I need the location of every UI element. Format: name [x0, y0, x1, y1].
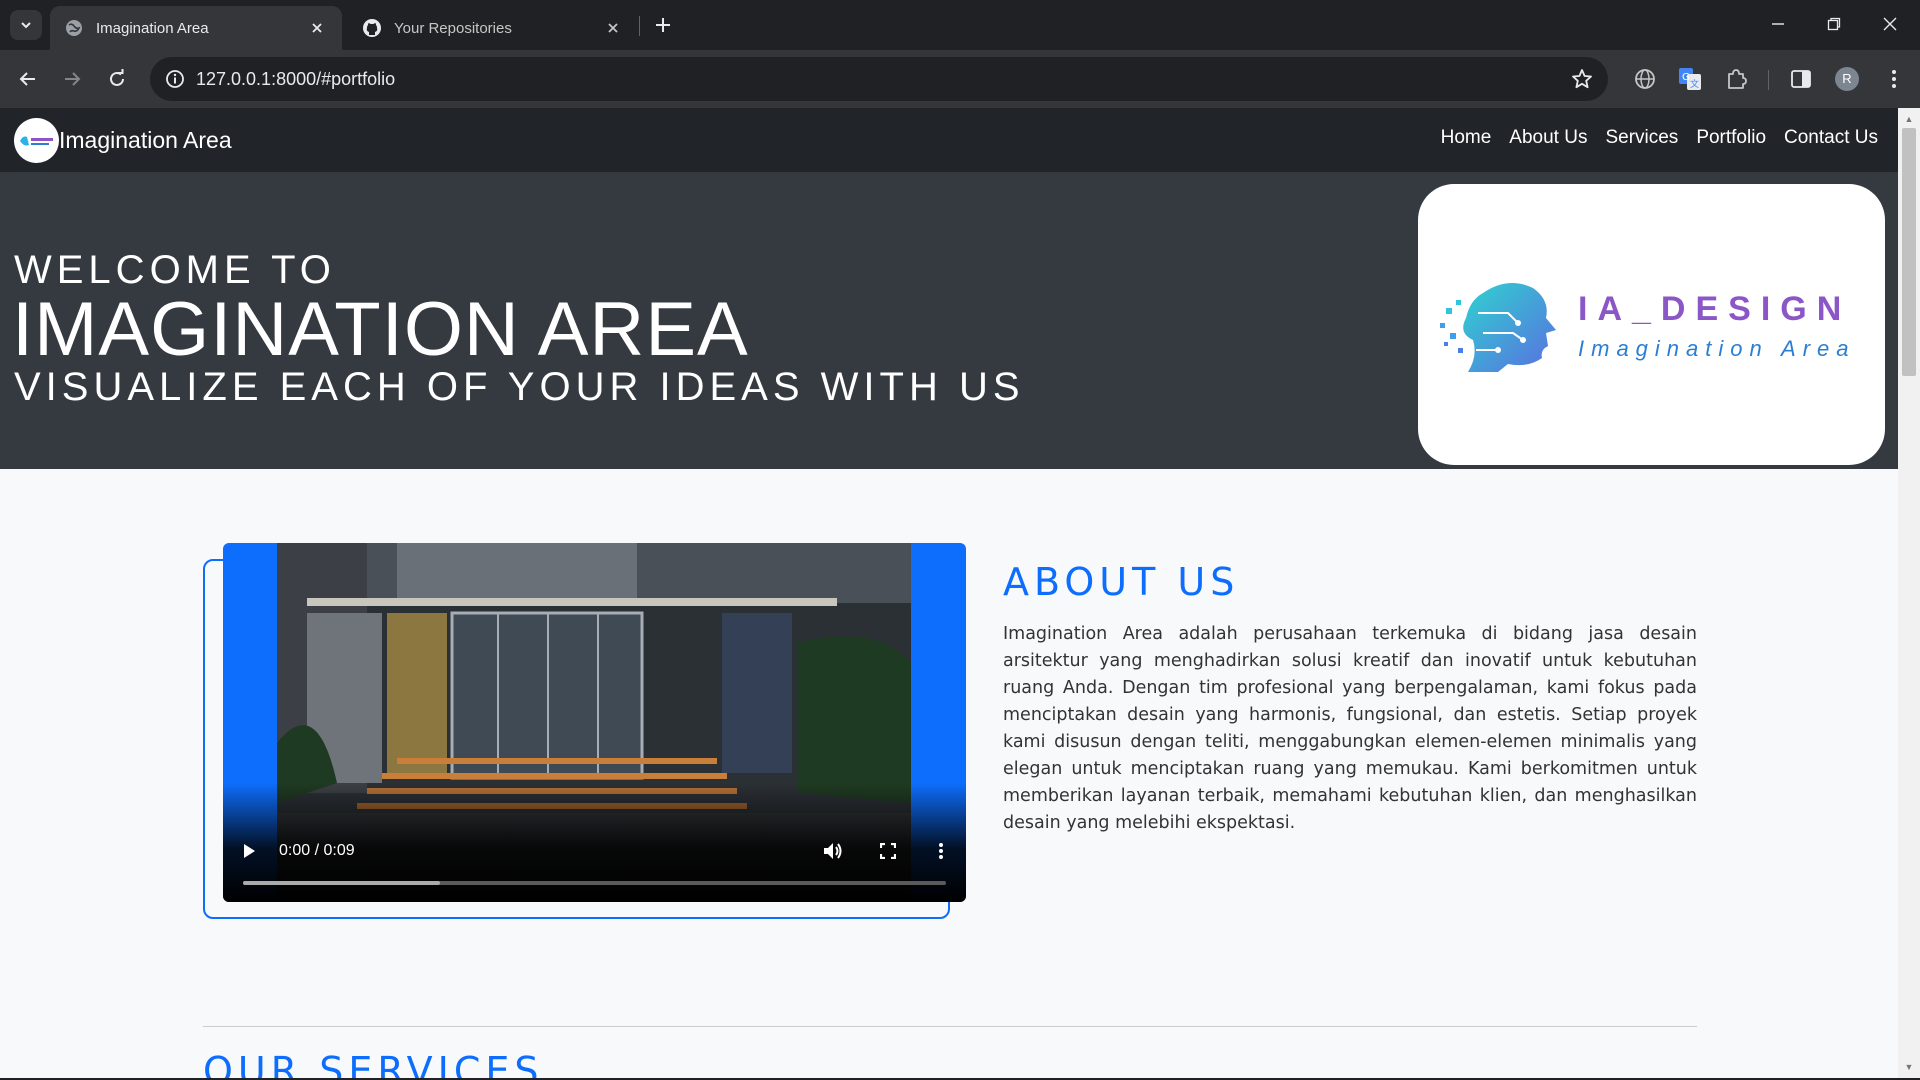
- video-time: 0:00 / 0:09: [279, 842, 355, 859]
- translate-globe-icon[interactable]: [1630, 64, 1660, 94]
- window-close-button[interactable]: [1862, 0, 1918, 48]
- plus-icon: [656, 18, 670, 32]
- hero-logo-subtext: Imagination Area: [1578, 336, 1856, 361]
- extensions-puzzle-icon[interactable]: [1721, 64, 1751, 94]
- arrow-left-icon: [19, 72, 35, 86]
- site-nav-links: Home About Us Services Portfolio Contact…: [1441, 127, 1878, 149]
- browser-tab-bar: Imagination Area Your Repositories: [0, 0, 1920, 50]
- close-icon[interactable]: [602, 17, 624, 39]
- reload-button[interactable]: [99, 61, 135, 97]
- scroll-down-arrow[interactable]: ▼: [1898, 1058, 1920, 1076]
- close-icon[interactable]: [306, 17, 328, 39]
- globe-icon: [64, 18, 84, 38]
- nav-services-link[interactable]: Services: [1605, 127, 1678, 149]
- minimize-icon: [1772, 23, 1784, 25]
- google-translate-icon[interactable]: G文: [1675, 64, 1705, 94]
- hero-section: WELCOME TO IMAGINATION AREA VISUALIZE EA…: [0, 172, 1898, 469]
- nav-about-link[interactable]: About Us: [1509, 127, 1587, 149]
- info-icon[interactable]: [160, 64, 190, 94]
- more-menu-icon[interactable]: [1879, 64, 1909, 94]
- tab-your-repositories[interactable]: Your Repositories: [348, 6, 638, 50]
- video-buffered: [243, 881, 440, 885]
- volume-icon[interactable]: [819, 837, 847, 865]
- toolbar-separator: [1768, 70, 1769, 90]
- services-heading: OUR SERVICES: [203, 1049, 544, 1078]
- play-icon[interactable]: [237, 837, 261, 865]
- arrow-right-icon: [65, 72, 81, 86]
- close-icon: [1883, 17, 1897, 31]
- address-bar[interactable]: 127.0.0.1:8000/#portfolio: [150, 57, 1608, 101]
- reload-icon: [110, 69, 124, 86]
- hero-title: IMAGINATION AREA: [12, 287, 749, 372]
- site-brand[interactable]: Imagination Area: [14, 118, 232, 163]
- github-icon: [362, 18, 382, 38]
- restore-button[interactable]: [1806, 0, 1862, 48]
- profile-avatar[interactable]: R: [1832, 64, 1862, 94]
- video-progress-bar[interactable]: [243, 881, 946, 885]
- profile-initial: R: [1842, 71, 1852, 86]
- svg-text:文: 文: [1690, 78, 1699, 90]
- browser-toolbar: 127.0.0.1:8000/#portfolio G文 R: [0, 50, 1920, 108]
- restore-icon: [1827, 17, 1841, 31]
- site-navbar: Imagination Area Home About Us Services …: [0, 108, 1898, 172]
- page-viewport: Imagination Area Home About Us Services …: [0, 108, 1898, 1078]
- bookmark-star-icon[interactable]: [1568, 65, 1596, 93]
- scrollbar-thumb[interactable]: [1902, 128, 1916, 376]
- ia-design-head-logo: [1440, 283, 1556, 372]
- new-tab-button[interactable]: [648, 10, 678, 40]
- tab-separator: [639, 16, 640, 36]
- section-divider: [203, 1026, 1697, 1027]
- about-heading: ABOUT US: [1003, 560, 1240, 604]
- about-video-player[interactable]: 0:00 / 0:09: [223, 543, 966, 902]
- hero-tagline: VISUALIZE EACH OF YOUR IDEAS WITH US: [14, 365, 1025, 409]
- nav-home-link[interactable]: Home: [1441, 127, 1492, 149]
- scroll-up-arrow[interactable]: ▲: [1898, 110, 1920, 128]
- chevron-down-icon: [21, 22, 31, 29]
- tab-search-button[interactable]: [10, 10, 42, 40]
- minimize-button[interactable]: [1750, 0, 1806, 48]
- hero-logo-text: IA_DESIGN: [1578, 290, 1852, 328]
- tab-imagination-area[interactable]: Imagination Area: [50, 6, 342, 50]
- tab-title: Your Repositories: [394, 19, 512, 37]
- tab-title: Imagination Area: [96, 19, 209, 37]
- about-text: Imagination Area adalah perusahaan terke…: [1003, 624, 1697, 833]
- nav-portfolio-link[interactable]: Portfolio: [1696, 127, 1766, 149]
- brand-name: Imagination Area: [59, 127, 232, 153]
- page-scrollbar[interactable]: ▲ ▼: [1898, 108, 1920, 1078]
- more-options-icon[interactable]: [929, 837, 953, 865]
- fullscreen-icon[interactable]: [874, 837, 902, 865]
- back-button[interactable]: [10, 61, 46, 97]
- brand-logo: [14, 118, 59, 163]
- svg-text:G: G: [1682, 72, 1690, 83]
- forward-button[interactable]: [54, 61, 90, 97]
- url-text: 127.0.0.1:8000/#portfolio: [196, 69, 396, 89]
- nav-contact-link[interactable]: Contact Us: [1784, 127, 1878, 149]
- hero-logo-card: IA_DESIGN Imagination Area: [1418, 184, 1885, 465]
- side-panel-icon[interactable]: [1786, 64, 1816, 94]
